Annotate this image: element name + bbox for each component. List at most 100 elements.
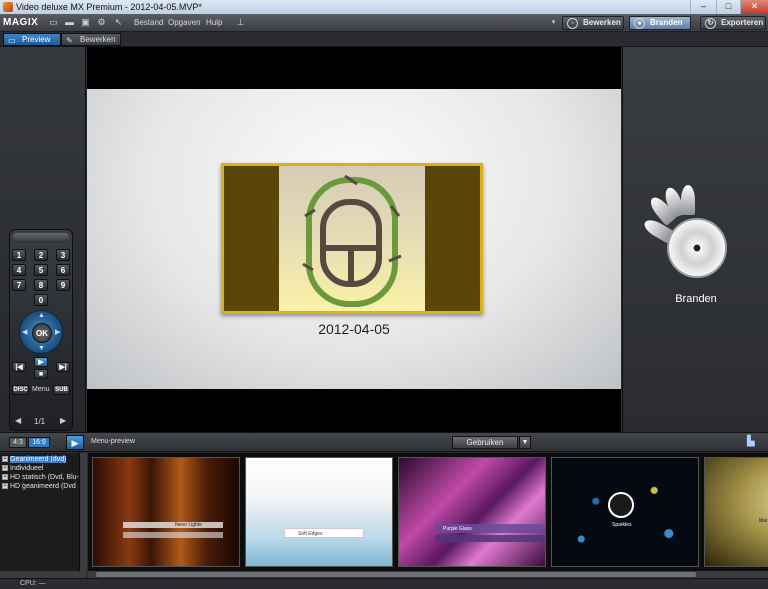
sub-button[interactable]: SUB (53, 385, 70, 395)
template-soft-edges[interactable]: Soft Edges (245, 457, 393, 567)
mode-bewerken-label: Bewerken (583, 18, 621, 27)
pin-icon[interactable]: ⊥ (235, 17, 246, 28)
expand-icon[interactable]: + (2, 456, 8, 462)
tree-item-geanimeerd[interactable]: + Geanimeerd (dvd) (2, 455, 67, 464)
status-bar: CPU: — (0, 578, 768, 589)
arrow-right-icon[interactable]: ▶ (55, 328, 60, 336)
user-icon[interactable]: ▙ (747, 436, 761, 449)
remote-key-5[interactable]: 5 (34, 264, 48, 276)
aspect-4-3-button[interactable]: 4:3 (9, 437, 27, 448)
menu-bestand[interactable]: Bestand (134, 18, 163, 27)
template-caption: Neon Lights (175, 522, 202, 528)
template-caption: Soft Edges (298, 531, 323, 537)
wrench-icon: ✎ (66, 36, 73, 45)
arrow-up-icon[interactable]: ▲ (38, 312, 45, 319)
menu-preview-screen: 2012-04-05 (87, 89, 621, 389)
mode-branden[interactable]: ● Branden (629, 16, 691, 30)
save-icon[interactable]: ▣ (80, 17, 91, 28)
remote-control: 1 2 3 4 5 6 7 8 9 0 ▲ ▼ ◀ ▶ OK |◀ ▶ ■ ▶|… (9, 229, 73, 431)
chevron-down-icon[interactable]: ▾ (548, 17, 559, 28)
next-page-icon[interactable]: ▶ (60, 416, 66, 425)
menu-toolbar: 4:3 16:9 ▶ Menu-preview Gebruiken ▼ ▙ (0, 432, 768, 452)
tree-item-hd-geanimeerd[interactable]: + HD geanimeerd (Dvd (2, 482, 76, 491)
tree-horizontal-scrollbar[interactable] (0, 571, 86, 578)
remote-key-9[interactable]: 9 (56, 279, 70, 291)
view-tab-bar: ▭ Preview ✎ Bewerken (0, 32, 768, 47)
ok-button[interactable]: OK (32, 323, 52, 343)
aspect-16-9-button[interactable]: 16:9 (28, 437, 50, 448)
tree-item-individueel[interactable]: + Individueel (2, 464, 43, 473)
chapter-title[interactable]: 2012-04-05 (87, 321, 621, 337)
help-cursor-icon[interactable]: ↖ (113, 17, 124, 28)
menu-opgaven[interactable]: Opgaven (168, 18, 200, 27)
template-sparkles[interactable]: Sparkles (551, 457, 699, 567)
menu-bar: MAGIX ▭ ▬ ▣ ⚙ ↖ Bestand Opgaven Hulp ⊥ ▾… (0, 14, 768, 32)
skip-back-icon[interactable]: |◀ (12, 362, 26, 372)
monitor-icon: ▭ (8, 36, 16, 45)
tab-preview[interactable]: ▭ Preview (3, 33, 61, 46)
disc-icon: ● (634, 18, 645, 29)
remote-key-4[interactable]: 4 (12, 264, 26, 276)
flame-decoration (681, 185, 695, 215)
close-button[interactable]: ✕ (740, 0, 768, 14)
remote-key-7[interactable]: 7 (12, 279, 26, 291)
template-caption: Purple Glass (443, 526, 472, 532)
template-neon-lights[interactable]: Neon Lights (92, 457, 240, 567)
navigation-pad[interactable]: ▲ ▼ ◀ ▶ OK (19, 310, 63, 354)
remote-key-3[interactable]: 3 (56, 249, 70, 261)
minimize-button[interactable]: – (690, 0, 716, 14)
new-file-icon[interactable]: ▭ (48, 17, 59, 28)
remote-key-2[interactable]: 2 (34, 249, 48, 261)
mode-bewerken[interactable]: ◦ Bewerken (562, 16, 624, 30)
tree-item-label: Individueel (10, 465, 44, 472)
cactus-logo-icon (302, 174, 402, 307)
tree-item-label: Geanimeerd (dvd) (10, 456, 67, 463)
remote-key-6[interactable]: 6 (56, 264, 70, 276)
burn-label[interactable]: Branden (623, 293, 768, 305)
skip-forward-icon[interactable]: ▶| (56, 362, 70, 372)
menu-chapter-thumbnail[interactable] (221, 163, 483, 314)
remote-key-0[interactable]: 0 (34, 294, 48, 306)
mode-exporteren-label: Exporteren (721, 18, 764, 27)
title-bar: Video deluxe MX Premium - 2012-04-05.MVP… (0, 0, 768, 14)
template-caption: Mar (759, 518, 768, 524)
template-mar[interactable]: Mar (704, 457, 768, 567)
disc-button[interactable]: DISC (12, 385, 29, 395)
remote-key-8[interactable]: 8 (34, 279, 48, 291)
tree-item-label: HD statisch (Dvd, Blu- (10, 474, 79, 481)
tab-bewerken[interactable]: ✎ Bewerken (61, 33, 121, 46)
remote-display (13, 233, 69, 243)
menu-hulp[interactable]: Hulp (206, 18, 222, 27)
menu-template-gallery: Neon Lights Soft Edges Purple Glass Spar… (88, 453, 768, 571)
burn-disc-icon[interactable] (667, 218, 727, 278)
tree-item-hd-statisch[interactable]: + HD statisch (Dvd, Blu- (2, 473, 79, 482)
expand-icon[interactable]: + (2, 474, 8, 480)
remote-key-1[interactable]: 1 (12, 249, 26, 261)
magix-logo: MAGIX (3, 17, 39, 28)
settings-icon[interactable]: ⚙ (96, 17, 107, 28)
gallery-scrollbar-thumb[interactable] (96, 572, 696, 577)
open-folder-icon[interactable]: ▬ (64, 17, 75, 28)
expand-icon[interactable]: + (2, 465, 8, 471)
gebruiken-button[interactable]: Gebruiken (452, 436, 518, 449)
menu-button[interactable]: Menu (32, 386, 50, 393)
burn-panel: Branden (622, 47, 768, 432)
expand-icon[interactable]: + (2, 483, 8, 489)
tree-item-label: HD geanimeerd (Dvd (10, 483, 76, 490)
tree-scrollbar[interactable] (80, 453, 87, 571)
template-purple-glass[interactable]: Purple Glass (398, 457, 546, 567)
play-icon[interactable]: ▶ (34, 357, 48, 367)
prev-page-icon[interactable]: ◀ (15, 416, 21, 425)
cpu-indicator: CPU: — (20, 580, 46, 587)
template-bar (435, 535, 545, 542)
mode-exporteren[interactable]: ↻ Exporteren (700, 16, 766, 30)
arrow-down-icon[interactable]: ▼ (38, 345, 45, 352)
arrow-left-icon[interactable]: ◀ (22, 328, 27, 336)
menu-preview-play-button[interactable]: ▶ (66, 435, 84, 450)
remote-panel: 1 2 3 4 5 6 7 8 9 0 ▲ ▼ ◀ ▶ OK |◀ ▶ ■ ▶|… (0, 47, 86, 432)
thumbnail-left-bar (224, 166, 279, 311)
stop-icon[interactable]: ■ (34, 369, 48, 379)
chevron-down-icon[interactable]: ▼ (519, 436, 531, 449)
maximize-button[interactable]: □ (716, 0, 740, 14)
thumbnail-right-bar (425, 166, 480, 311)
